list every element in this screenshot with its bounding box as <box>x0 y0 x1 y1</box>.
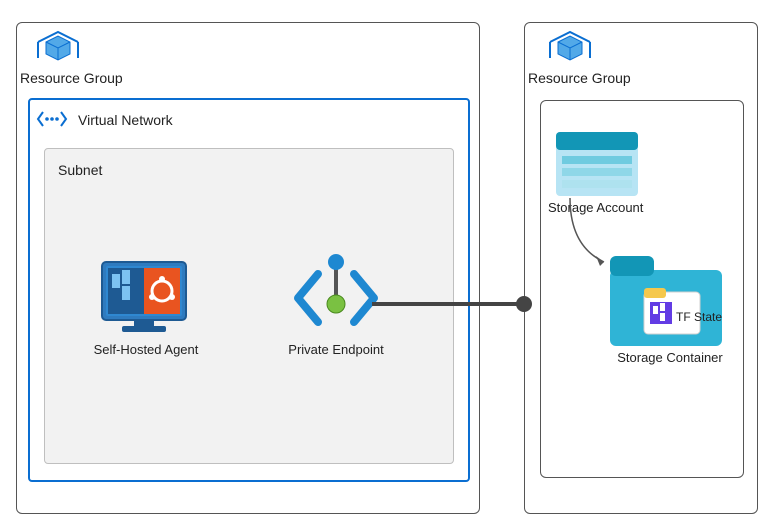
private-endpoint-icon <box>288 252 384 349</box>
virtual-network-icon <box>36 108 68 135</box>
private-endpoint-label: Private Endpoint <box>276 342 396 357</box>
storage-container-icon <box>610 256 722 351</box>
diagram-canvas: Resource Group Virtual Network Subnet <box>0 0 768 518</box>
storage-container-label: Storage Container <box>610 350 730 365</box>
resource-group-icon <box>548 28 592 68</box>
resource-group-right-label: Resource Group <box>528 70 631 86</box>
self-hosted-agent-icon <box>98 258 190 345</box>
subnet-label: Subnet <box>58 162 102 178</box>
resource-group-left-label: Resource Group <box>20 70 123 86</box>
connector-pe-to-storage <box>372 294 542 319</box>
storage-account-icon <box>556 132 638 201</box>
tf-state-label: TF State <box>676 310 728 324</box>
resource-group-icon <box>36 28 80 68</box>
self-hosted-agent-label: Self-Hosted Agent <box>88 342 204 357</box>
virtual-network-label: Virtual Network <box>78 112 173 128</box>
arrow-storage-to-container <box>560 196 620 281</box>
